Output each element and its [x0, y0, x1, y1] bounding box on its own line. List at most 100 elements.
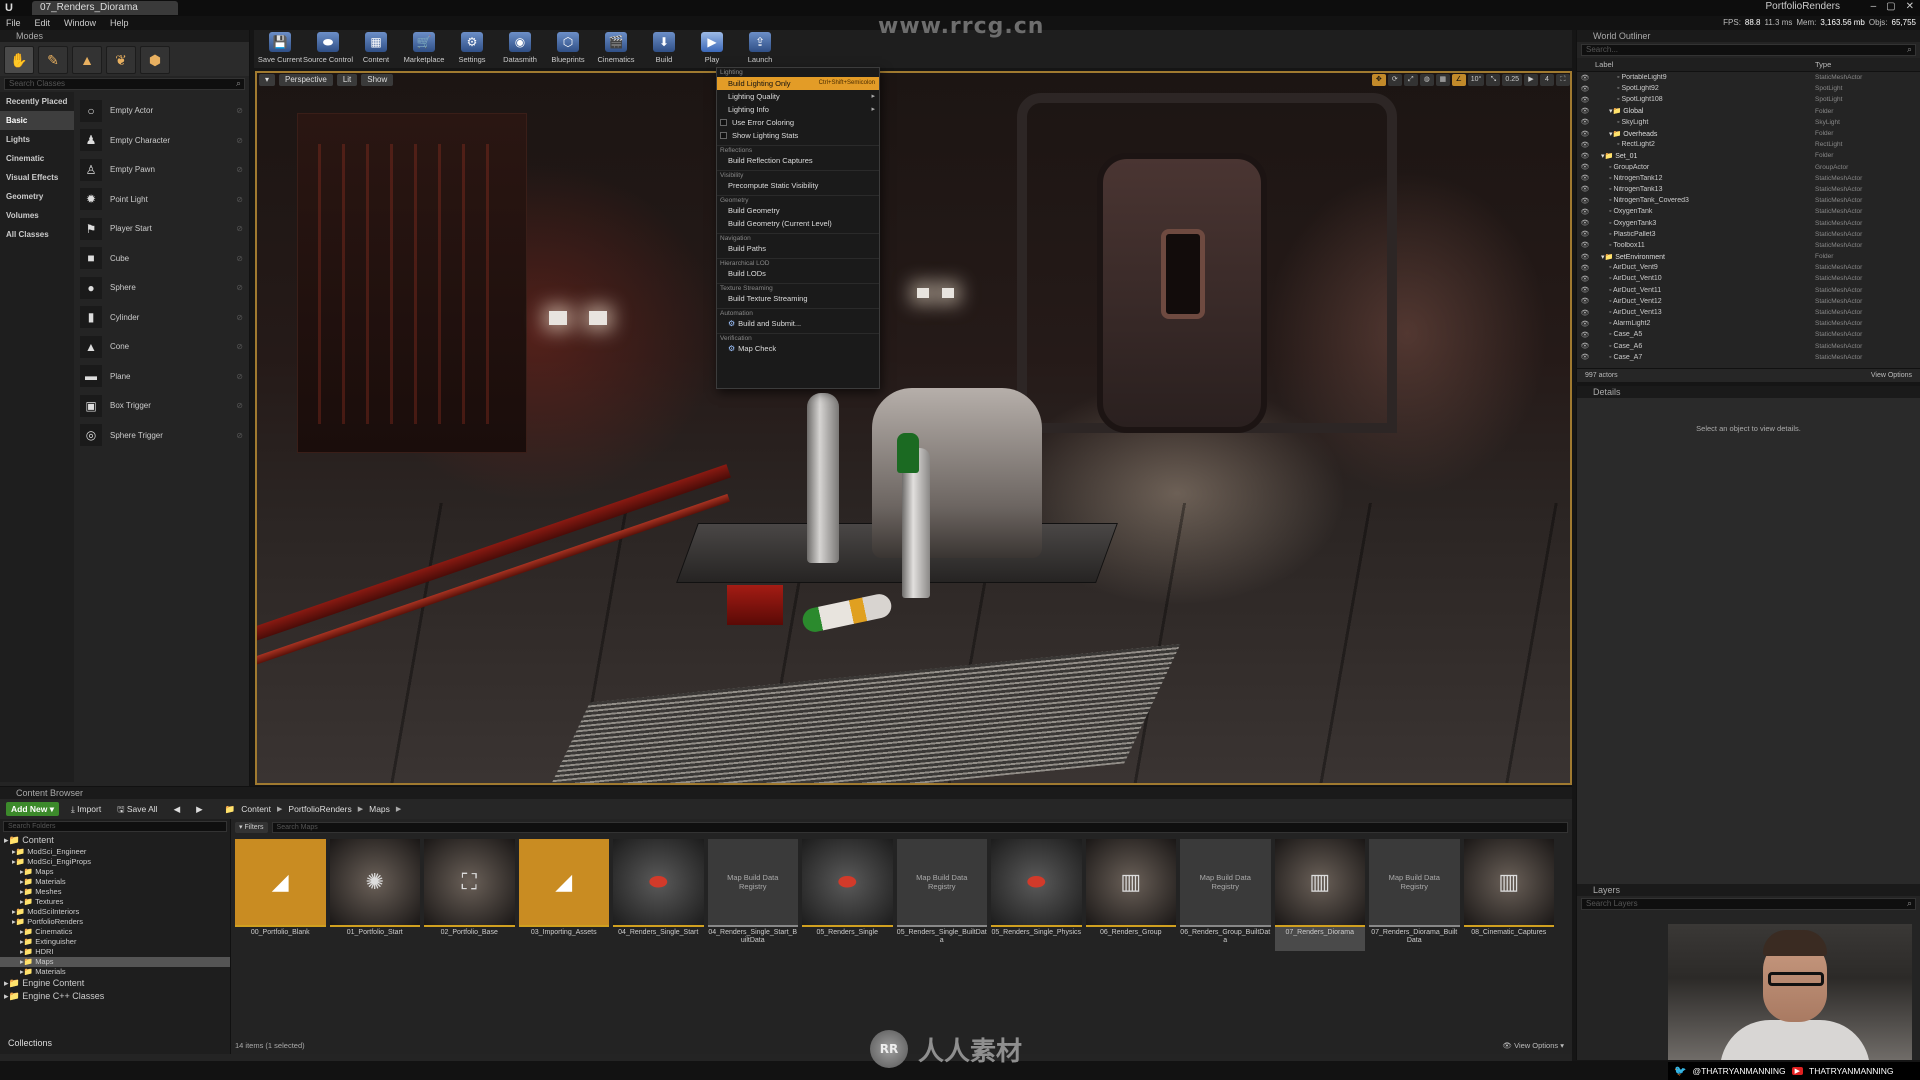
visibility-eye-icon[interactable]: 👁 — [1577, 253, 1593, 261]
visibility-eye-icon[interactable]: 👁 — [1577, 74, 1593, 82]
asset-tile[interactable]: ✺ 01_Portfolio_Start — [329, 839, 420, 951]
visibility-eye-icon[interactable]: 👁 — [1577, 85, 1593, 93]
launch-button[interactable]: ⇪ Launch — [736, 30, 784, 68]
cinematics-button[interactable]: 🎬 Cinematics — [592, 30, 640, 68]
actor-item[interactable]: ✹ Point Light ⊘ — [74, 185, 249, 215]
asset-tile[interactable]: Map Build Data Registry 04_Renders_Single… — [707, 839, 798, 951]
folder-tree-item[interactable]: ▸📁 Materials — [0, 877, 230, 887]
type-column-header[interactable]: Type — [1815, 60, 1831, 69]
translate-icon[interactable]: ✥ — [1371, 74, 1386, 86]
breadcrumb-item[interactable]: Content — [241, 804, 271, 814]
menu-file[interactable]: File — [6, 18, 21, 28]
outliner-row[interactable]: 👁 ▾📁 Overheads Folder — [1577, 128, 1920, 139]
blueprints-button[interactable]: ⬡ Blueprints — [544, 30, 592, 68]
outliner-row[interactable]: 👁 ◦ GroupActor GroupActor — [1577, 162, 1920, 173]
source-control-button[interactable]: ⬬ Source Control — [303, 30, 353, 68]
outliner-row[interactable]: 👁 ◦ PortableLight9 StaticMeshActor — [1577, 72, 1920, 83]
drag-handle-icon[interactable]: ⊘ — [236, 342, 243, 351]
close-icon[interactable]: ✕ — [1906, 1, 1914, 12]
build-menu-item[interactable]: Use Error Coloring — [717, 116, 879, 129]
folder-tree-item[interactable]: ▸📁 Cinematics — [0, 927, 230, 937]
level-viewport[interactable] — [255, 71, 1572, 785]
category-basic[interactable]: Basic — [0, 111, 74, 130]
add-new-button[interactable]: Add New ▾ — [6, 802, 60, 816]
outliner-row[interactable]: 👁 ▾📁 SetEnvironment Folder — [1577, 251, 1920, 262]
actor-item[interactable]: ◎ Sphere Trigger ⊘ — [74, 421, 249, 451]
outliner-row[interactable]: 👁 ◦ Case_A5 StaticMeshActor — [1577, 329, 1920, 340]
folder-search-input[interactable]: Search Folders — [3, 821, 227, 832]
drag-handle-icon[interactable]: ⊘ — [236, 165, 243, 174]
build-menu-item[interactable]: Build LODs — [717, 267, 879, 280]
outliner-row[interactable]: 👁 ◦ AirDuct_Vent12 StaticMeshActor — [1577, 296, 1920, 307]
drag-handle-icon[interactable]: ⊘ — [236, 401, 243, 410]
folder-tree-item[interactable]: ▸📁 Engine C++ Classes — [0, 990, 230, 1003]
outliner-row[interactable]: 👁 ◦ AirDuct_Vent9 StaticMeshActor — [1577, 262, 1920, 273]
asset-view-options[interactable]: 👁 View Options ▾ — [1502, 1041, 1564, 1050]
asset-tile[interactable]: ◢ 00_Portfolio_Blank — [235, 839, 326, 951]
layers-search-input[interactable]: Search Layers — [1581, 898, 1916, 910]
drag-handle-icon[interactable]: ⊘ — [236, 372, 243, 381]
breadcrumb-item[interactable]: PortfolioRenders — [288, 804, 351, 814]
build-menu-item[interactable]: ⚙ Map Check — [717, 342, 879, 355]
asset-tile[interactable]: ⬬ 04_Renders_Single_Start — [613, 839, 704, 951]
lit-button[interactable]: Lit — [336, 74, 358, 86]
outliner-row[interactable]: 👁 ◦ SpotLight108 SpotLight — [1577, 94, 1920, 105]
folder-tree-item[interactable]: ▸📁 Engine Content — [0, 977, 230, 990]
visibility-eye-icon[interactable]: 👁 — [1577, 297, 1593, 305]
world-outliner-tab[interactable]: World Outliner — [1577, 30, 1920, 42]
marketplace-button[interactable]: 🛒 Marketplace — [400, 30, 448, 68]
outliner-row[interactable]: 👁 ◦ NitrogenTank12 StaticMeshActor — [1577, 173, 1920, 184]
asset-tile[interactable]: ⛶ 02_Portfolio_Base — [424, 839, 515, 951]
folder-tree-item[interactable]: ▸📁 Content — [0, 834, 230, 847]
visibility-eye-icon[interactable]: 👁 — [1577, 286, 1593, 294]
outliner-row[interactable]: 👁 ◦ NitrogenTank_Covered3 StaticMeshActor — [1577, 195, 1920, 206]
drag-handle-icon[interactable]: ⊘ — [236, 431, 243, 440]
save-all-button[interactable]: 🖫 Save All — [113, 802, 161, 816]
build-menu-item[interactable]: Lighting Quality ▸ — [717, 90, 879, 103]
visibility-eye-icon[interactable]: 👁 — [1577, 331, 1593, 339]
drag-handle-icon[interactable]: ⊘ — [236, 106, 243, 115]
asset-tile[interactable]: Map Build Data Registry 06_Renders_Group_… — [1180, 839, 1271, 951]
actor-item[interactable]: ♙ Empty Pawn ⊘ — [74, 155, 249, 185]
folder-tree-item[interactable]: ▸📁 Maps — [0, 957, 230, 967]
rotate-icon[interactable]: ⟳ — [1387, 74, 1402, 86]
drag-handle-icon[interactable]: ⊘ — [236, 254, 243, 263]
visibility-eye-icon[interactable]: 👁 — [1577, 152, 1593, 160]
asset-search-input[interactable]: Search Maps — [271, 821, 1568, 833]
unreal-logo-icon[interactable]: U — [0, 0, 18, 16]
history-back-icon[interactable]: ◀ — [170, 802, 185, 816]
folder-tree-item[interactable]: ▸📁 ModSciInteriors — [0, 907, 230, 917]
category-recently-placed[interactable]: Recently Placed — [0, 92, 74, 111]
asset-tile[interactable]: ▥ 07_Renders_Diorama — [1274, 839, 1365, 951]
folder-tree-item[interactable]: ▸📁 ModSci_EngiProps — [0, 857, 230, 867]
outliner-row[interactable]: 👁 ◦ AlarmLight2 StaticMeshActor — [1577, 318, 1920, 329]
actor-item[interactable]: ▲ Cone ⊘ — [74, 332, 249, 362]
folder-tree-item[interactable]: ▸📁 ModSci_Engineer — [0, 847, 230, 857]
visibility-eye-icon[interactable]: 👁 — [1577, 130, 1593, 138]
play-button[interactable]: ▶ Play — [688, 30, 736, 68]
drag-handle-icon[interactable]: ⊘ — [236, 283, 243, 292]
build-menu-item[interactable]: Precompute Static Visibility — [717, 179, 879, 192]
modes-tab[interactable]: Modes — [0, 30, 249, 42]
menu-help[interactable]: Help — [110, 18, 129, 28]
outliner-row[interactable]: 👁 ◦ OxygenTank StaticMeshActor — [1577, 206, 1920, 217]
build-menu-item[interactable]: Build Texture Streaming — [717, 292, 879, 305]
viewport-menu-button[interactable]: ▾ — [259, 74, 276, 86]
world-icon[interactable]: ◍ — [1419, 74, 1434, 86]
visibility-eye-icon[interactable]: 👁 — [1577, 309, 1593, 317]
category-geometry[interactable]: Geometry — [0, 187, 74, 206]
visibility-eye-icon[interactable]: 👁 — [1577, 353, 1593, 361]
visibility-eye-icon[interactable]: 👁 — [1577, 163, 1593, 171]
asset-tile[interactable]: ⬬ 05_Renders_Single — [802, 839, 893, 951]
visibility-eye-icon[interactable]: 👁 — [1577, 230, 1593, 238]
visibility-eye-icon[interactable]: 👁 — [1577, 241, 1593, 249]
outliner-row[interactable]: 👁 ◦ AirDuct_Vent13 StaticMeshActor — [1577, 307, 1920, 318]
asset-tile[interactable]: ▥ 08_Cinematic_Captures — [1463, 839, 1554, 951]
content-button[interactable]: ▦ Content — [352, 30, 400, 68]
build-menu-item[interactable]: Lighting Info ▸ — [717, 103, 879, 116]
outliner-row[interactable]: 👁 ▾📁 Global Folder — [1577, 106, 1920, 117]
outliner-row[interactable]: 👁 ◦ Case_A7 StaticMeshActor — [1577, 352, 1920, 363]
folder-tree-item[interactable]: ▸📁 Meshes — [0, 887, 230, 897]
asset-tile[interactable]: Map Build Data Registry 05_Renders_Single… — [896, 839, 987, 951]
breadcrumb-separator-icon[interactable]: ▶ — [396, 805, 401, 813]
